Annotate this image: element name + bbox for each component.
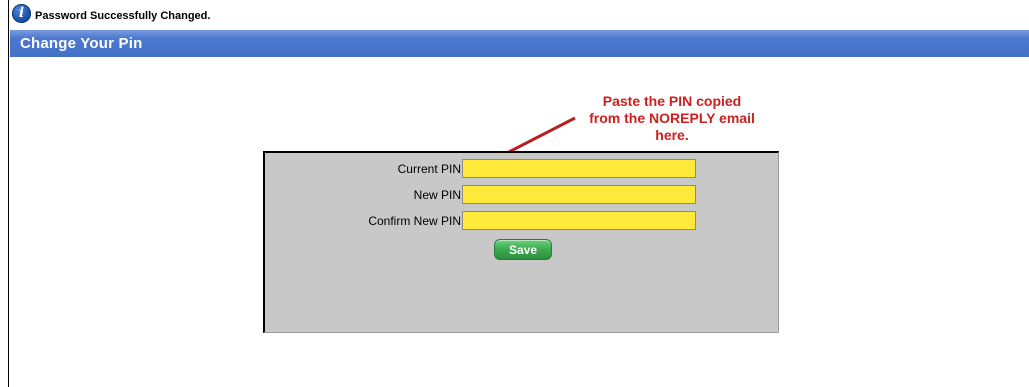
page-title: Change Your Pin [20,35,143,52]
current-pin-label: Current PIN [397,162,461,176]
notice-text: Password Successfully Changed. [35,9,211,22]
info-icon: i [12,3,31,23]
confirm-pin-label: Confirm New PIN [368,214,461,228]
left-divider [8,0,9,387]
confirm-pin-input[interactable] [462,211,696,230]
current-pin-row: Current PIN [265,159,778,181]
current-pin-input[interactable] [462,159,696,178]
new-pin-input[interactable] [462,185,696,204]
section-header: Change Your Pin [10,30,1029,57]
new-pin-label: New PIN [413,188,461,202]
save-button[interactable]: Save [494,239,552,260]
status-notice: i Password Successfully Changed. [12,3,210,23]
change-pin-form: Current PIN New PIN Confirm New PIN Save [263,151,779,333]
page: i Password Successfully Changed. Change … [0,0,1029,387]
confirm-pin-row: Confirm New PIN [265,211,778,233]
new-pin-row: New PIN [265,185,778,207]
